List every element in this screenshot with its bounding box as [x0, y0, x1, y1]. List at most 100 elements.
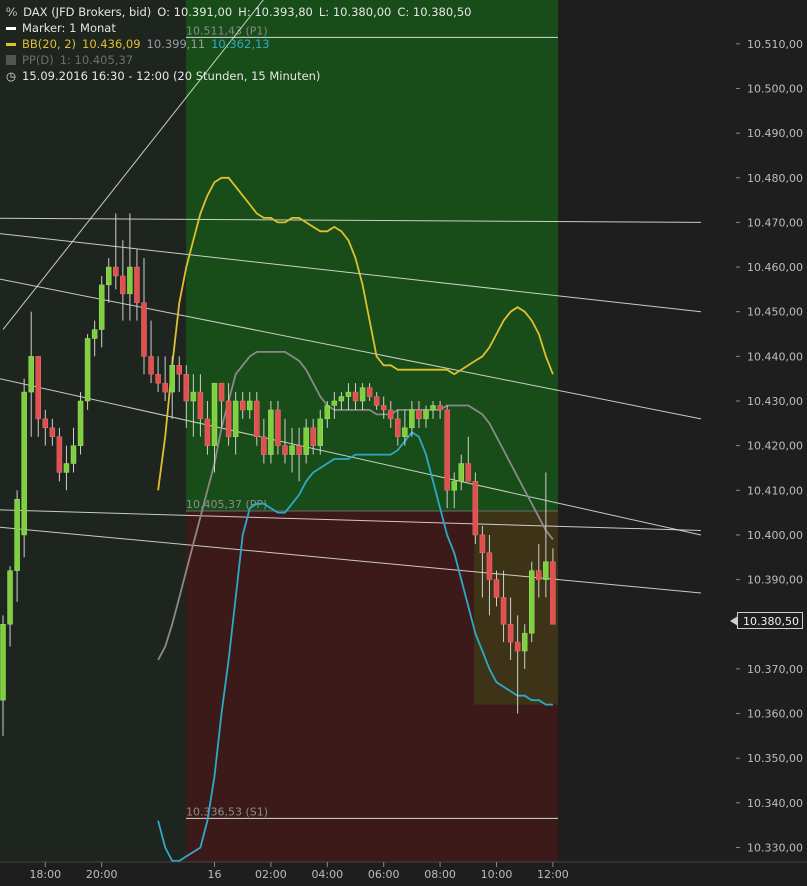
- candle-body: [388, 409, 394, 420]
- bar-chart-icon: ⁰⁄₀: [6, 5, 18, 19]
- legend-timeframe: ◷ 15.09.2016 16:30 - 12:00 (20 Stunden, …: [6, 68, 566, 84]
- legend-low: L: 10.380,00: [318, 5, 392, 19]
- y-tick-label: 10.480,00: [747, 172, 803, 185]
- candle-body: [183, 373, 190, 402]
- candle-body: [430, 405, 436, 411]
- y-tick-label: 10.420,00: [747, 440, 803, 453]
- candle-body: [141, 302, 147, 357]
- legend-instrument: ⁰⁄₀ DAX (JFD Brokers, bid) O: 10.391,00 …: [6, 4, 566, 20]
- candle-body: [225, 400, 232, 437]
- candle-body: [247, 400, 253, 411]
- candle-body: [7, 570, 13, 625]
- candle-body: [127, 266, 133, 295]
- clock-icon: ◷: [6, 69, 17, 83]
- candle-body: [218, 382, 225, 402]
- candle-body: [458, 463, 464, 482]
- candle-body: [472, 481, 479, 536]
- candle-body: [423, 409, 429, 420]
- last-price-tag: 10.380,50: [730, 612, 803, 629]
- candle-body: [197, 391, 204, 420]
- candle-body: [317, 418, 323, 446]
- candle-body: [507, 624, 514, 643]
- pivot-label: 10.336,53 (S1): [186, 805, 268, 818]
- candle-body: [28, 356, 34, 393]
- candle-body: [345, 391, 352, 397]
- candle-body: [550, 561, 556, 625]
- y-tick-label: 10.430,00: [747, 395, 803, 408]
- candle-body: [106, 266, 112, 286]
- candle-body: [521, 632, 528, 652]
- bb-swatch-icon: [6, 42, 16, 46]
- price-chart[interactable]: 10.330,00 10.340,00 10.350,00 10.360,00 10.3…: [0, 0, 807, 886]
- pp-swatch-icon: [6, 55, 16, 65]
- candle-body: [380, 405, 387, 411]
- candle-body: [479, 534, 486, 554]
- candle-body: [148, 356, 154, 375]
- candle-body: [444, 409, 450, 491]
- candle-body: [536, 570, 542, 580]
- candle-body: [324, 405, 331, 420]
- candle-body: [120, 275, 126, 295]
- candle-body: [70, 445, 77, 464]
- candle-body: [211, 382, 218, 446]
- y-tick-label: 10.340,00: [747, 797, 803, 810]
- candle-body: [239, 400, 246, 411]
- y-tick-label: 10.390,00: [747, 574, 803, 587]
- legend-pp[interactable]: PP(D) 1: 10.405,37: [6, 52, 566, 68]
- x-tick-label: 18:00: [29, 868, 61, 881]
- legend-bb-lower: 10.362,13: [211, 37, 270, 51]
- candle-body: [0, 624, 6, 701]
- y-tick-label: 10.470,00: [747, 216, 803, 229]
- chart-root: 10.330,00 10.340,00 10.350,00 10.360,00 10.3…: [0, 0, 807, 886]
- candle-body: [261, 436, 267, 455]
- y-tick-label: 10.460,00: [747, 261, 803, 274]
- legend-bb-mid: 10.399,11: [146, 37, 206, 51]
- candle-body: [500, 597, 507, 625]
- candle-body: [366, 387, 373, 397]
- candle-body: [169, 365, 175, 393]
- x-tick-label: 02:00: [255, 868, 287, 881]
- candle-body: [14, 498, 20, 571]
- candle-body: [190, 391, 197, 402]
- y-tick-label: 10.510,00: [747, 38, 803, 51]
- candle-body: [134, 266, 140, 304]
- candle-body: [395, 418, 401, 437]
- x-tick-label: 20:00: [86, 868, 118, 881]
- candle-body: [113, 266, 119, 277]
- y-tick-label: 10.440,00: [747, 350, 803, 363]
- candle-body: [176, 365, 182, 375]
- x-tick-label: 06:00: [368, 868, 400, 881]
- legend-bb-label: BB(20, 2): [22, 37, 77, 51]
- candle-body: [63, 463, 70, 473]
- candle-body: [21, 391, 27, 536]
- x-tick-label: 12:00: [537, 868, 569, 881]
- candle-body: [77, 400, 84, 446]
- y-tick-label: 10.360,00: [747, 708, 803, 721]
- y-tick-label: 10.500,00: [747, 82, 803, 95]
- legend-bb[interactable]: BB(20, 2) 10.436,09 10.399,11 10.362,13: [6, 36, 566, 52]
- y-tick-label: 10.400,00: [747, 529, 803, 542]
- candle-body: [296, 445, 302, 455]
- legend-title: DAX (JFD Brokers, bid): [23, 5, 152, 19]
- y-tick-label: 10.450,00: [747, 306, 803, 319]
- candle-body: [204, 418, 211, 446]
- candle-body: [543, 561, 549, 580]
- candle-body: [282, 445, 288, 455]
- candle-body: [514, 641, 521, 652]
- x-tick-label: 04:00: [311, 868, 343, 881]
- legend-marker[interactable]: Marker: 1 Monat: [6, 20, 566, 36]
- candle-body: [275, 409, 281, 446]
- candle-body: [49, 427, 56, 437]
- legend-open: O: 10.391,00: [157, 5, 233, 19]
- candle-body: [437, 405, 443, 411]
- candle-body: [254, 400, 260, 437]
- candle-body: [465, 463, 472, 482]
- candle-body: [162, 382, 168, 393]
- legend-close: C: 10.380,50: [397, 5, 472, 19]
- chart-legend: ⁰⁄₀ DAX (JFD Brokers, bid) O: 10.391,00 …: [6, 4, 566, 84]
- candle-body: [402, 427, 408, 437]
- candle-body: [486, 552, 493, 580]
- candle-body: [409, 409, 415, 429]
- candle-body: [268, 409, 274, 455]
- candle-body: [98, 284, 105, 330]
